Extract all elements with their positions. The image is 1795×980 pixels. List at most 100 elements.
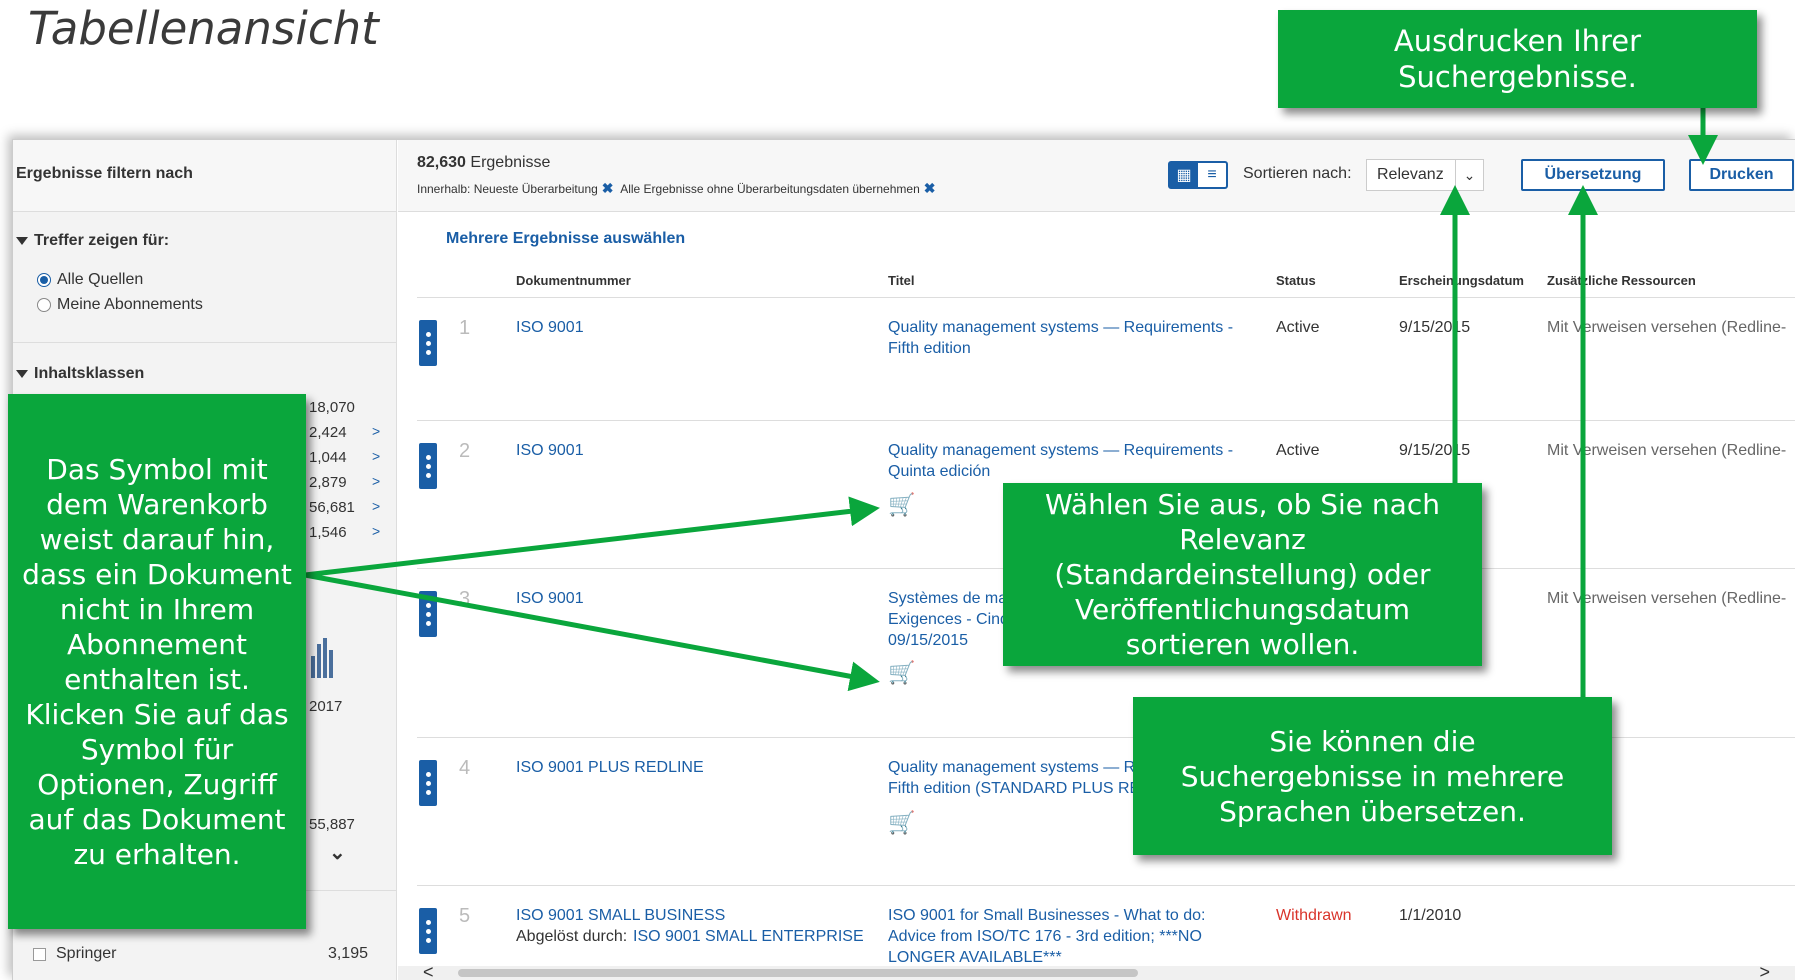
chevron-down-icon: ⌄ (1455, 160, 1483, 190)
print-button[interactable]: Drucken (1689, 159, 1794, 191)
results-number: 82,630 (417, 154, 466, 171)
slide-title: Tabellenansicht (28, 2, 379, 55)
radio-unselected-icon (37, 298, 51, 312)
sidebar-heading: Ergebnisse filtern nach (16, 165, 193, 182)
translate-button[interactable]: Übersetzung (1521, 159, 1665, 191)
title-link[interactable]: Quality management systems — Requirement… (888, 440, 1233, 461)
column-header-resources[interactable]: Zusätzliche Ressourcen (1547, 273, 1696, 288)
chevron-down-icon[interactable]: ⌄ (329, 840, 346, 865)
status-value: Active (1276, 319, 1320, 336)
view-toggle: ▦ ≡ (1168, 161, 1228, 189)
date-value: 1/1/2010 (1399, 907, 1462, 924)
row-actions-menu-icon[interactable] (419, 591, 437, 637)
row-actions-menu-icon[interactable] (419, 760, 437, 806)
class-count: 1,044 (309, 449, 347, 466)
resources-value[interactable]: Mit Verweisen versehen (Redline- (1547, 588, 1786, 609)
scroll-left-icon[interactable]: < (423, 962, 434, 980)
header-divider (417, 297, 1795, 298)
title-link[interactable]: Advice from ISO/TC 176 - 3rd edition; **… (888, 926, 1202, 947)
title-link[interactable]: LONGER AVAILABLE*** (888, 947, 1062, 968)
row-actions-menu-icon[interactable] (419, 320, 437, 366)
year-histogram (311, 638, 333, 678)
section-classes-toggle[interactable]: Inhaltsklassen (16, 365, 144, 383)
superseded-link[interactable]: ISO 9001 SMALL ENTERPRISE (633, 926, 864, 947)
class-count: 2,879 (309, 474, 347, 491)
title-link[interactable]: Quinta edición (888, 461, 990, 482)
title-link[interactable]: Fifth edition (888, 338, 971, 359)
section-classes-label: Inhaltsklassen (34, 365, 145, 382)
scrollbar-thumb[interactable] (458, 969, 1138, 977)
active-filters: Innerhalb: Neueste Überarbeitung ✖ Alle E… (417, 180, 939, 197)
expand-chevron-icon[interactable]: > (372, 448, 380, 464)
row-number: 1 (459, 317, 471, 339)
row-number: 3 (459, 588, 471, 610)
list-view-icon[interactable]: ≡ (1198, 163, 1226, 187)
triangle-down-icon (16, 369, 28, 378)
callout-print: Ausdrucken Ihrer Suchergebnisse. (1278, 10, 1757, 108)
row-number: 4 (459, 757, 471, 779)
publisher-filter-springer[interactable]: Springer 3,195 (33, 945, 368, 963)
radio-all-label: Alle Quellen (57, 271, 144, 288)
radio-my-subscriptions[interactable]: Meine Abonnements (37, 296, 203, 314)
results-word: Ergebnisse (470, 154, 551, 171)
status-value: Active (1276, 442, 1320, 459)
expand-chevron-icon[interactable]: > (372, 473, 380, 489)
section-hits-toggle[interactable]: Treffer zeigen für: (16, 232, 169, 250)
callout-cart: Das Symbol mit dem Warenkorb weist darau… (8, 394, 306, 929)
triangle-down-icon (16, 236, 28, 245)
publisher-count: 3,195 (327, 945, 368, 962)
shopping-cart-icon[interactable]: 🛒 (888, 810, 915, 836)
expand-chevron-icon[interactable]: > (372, 498, 380, 514)
title-link[interactable]: 09/15/2015 (888, 630, 968, 651)
row-divider (417, 420, 1795, 421)
doc-number-link[interactable]: ISO 9001 (516, 440, 584, 461)
row-actions-menu-icon[interactable] (419, 443, 437, 489)
column-header-title[interactable]: Titel (888, 273, 915, 288)
radio-subs-label: Meine Abonnements (57, 296, 203, 313)
superseded-label: Abgelöst durch: (516, 928, 628, 945)
horizontal-scrollbar[interactable]: < > (398, 962, 1795, 980)
filter-within-label: Innerhalb: Neueste Überarbeitung (417, 182, 598, 196)
row-actions-menu-icon[interactable] (419, 908, 437, 954)
class-count: 2,424 (309, 424, 347, 441)
shopping-cart-search-icon[interactable]: 🛒 (888, 492, 915, 518)
row-number: 2 (459, 440, 471, 462)
resources-value[interactable]: Mit Verweisen versehen (Redline- (1547, 317, 1786, 338)
row-divider (417, 885, 1795, 886)
row-number: 5 (459, 905, 471, 927)
doc-number-link[interactable]: ISO 9001 SMALL BUSINESS (516, 905, 725, 926)
title-link[interactable]: Systèmes de ma (888, 588, 1007, 609)
doc-number-link[interactable]: ISO 9001 PLUS REDLINE (516, 757, 704, 778)
sort-select[interactable]: Relevanz ⌄ (1366, 159, 1484, 191)
status-value: Withdrawn (1276, 907, 1352, 924)
remove-filter-icon[interactable]: ✖ (602, 180, 614, 196)
shopping-cart-search-icon[interactable]: 🛒 (888, 660, 915, 686)
radio-all-sources[interactable]: Alle Quellen (37, 271, 143, 289)
expand-chevron-icon[interactable]: > (372, 523, 380, 539)
title-link[interactable]: Fifth edition (STANDARD PLUS RE (888, 778, 1140, 799)
column-header-date[interactable]: Erscheinungsdatum (1399, 273, 1524, 288)
class-count: 18,070 (309, 399, 355, 416)
doc-number-link[interactable]: ISO 9001 (516, 588, 584, 609)
date-value: 9/15/2015 (1399, 442, 1471, 459)
title-link[interactable]: ISO 9001 for Small Businesses - What to … (888, 905, 1205, 926)
sidebar-divider (13, 342, 396, 343)
column-header-docnum[interactable]: Dokumentnummer (516, 273, 631, 288)
expand-chevron-icon[interactable]: > (372, 423, 380, 439)
title-link[interactable]: Exigences - Cinq (888, 609, 1009, 630)
publisher-label: Springer (56, 945, 117, 962)
select-multiple-link[interactable]: Mehrere Ergebnisse auswählen (446, 230, 685, 248)
resources-value[interactable]: Mit Verweisen versehen (Redline- (1547, 440, 1786, 461)
section-hits-label: Treffer zeigen für: (34, 232, 170, 249)
results-count: 82,630 Ergebnisse (417, 154, 550, 172)
column-header-status[interactable]: Status (1276, 273, 1316, 288)
grid-view-icon[interactable]: ▦ (1170, 163, 1198, 187)
class-count: 56,681 (309, 499, 355, 516)
radio-selected-icon (37, 273, 51, 287)
scroll-right-icon[interactable]: > (1759, 962, 1770, 980)
title-link[interactable]: Quality management systems — Requirement… (888, 317, 1233, 338)
title-link[interactable]: Quality management systems — R (888, 757, 1135, 778)
remove-filter-icon[interactable]: ✖ (924, 180, 936, 196)
sort-value: Relevanz (1377, 166, 1444, 183)
doc-number-link[interactable]: ISO 9001 (516, 317, 584, 338)
